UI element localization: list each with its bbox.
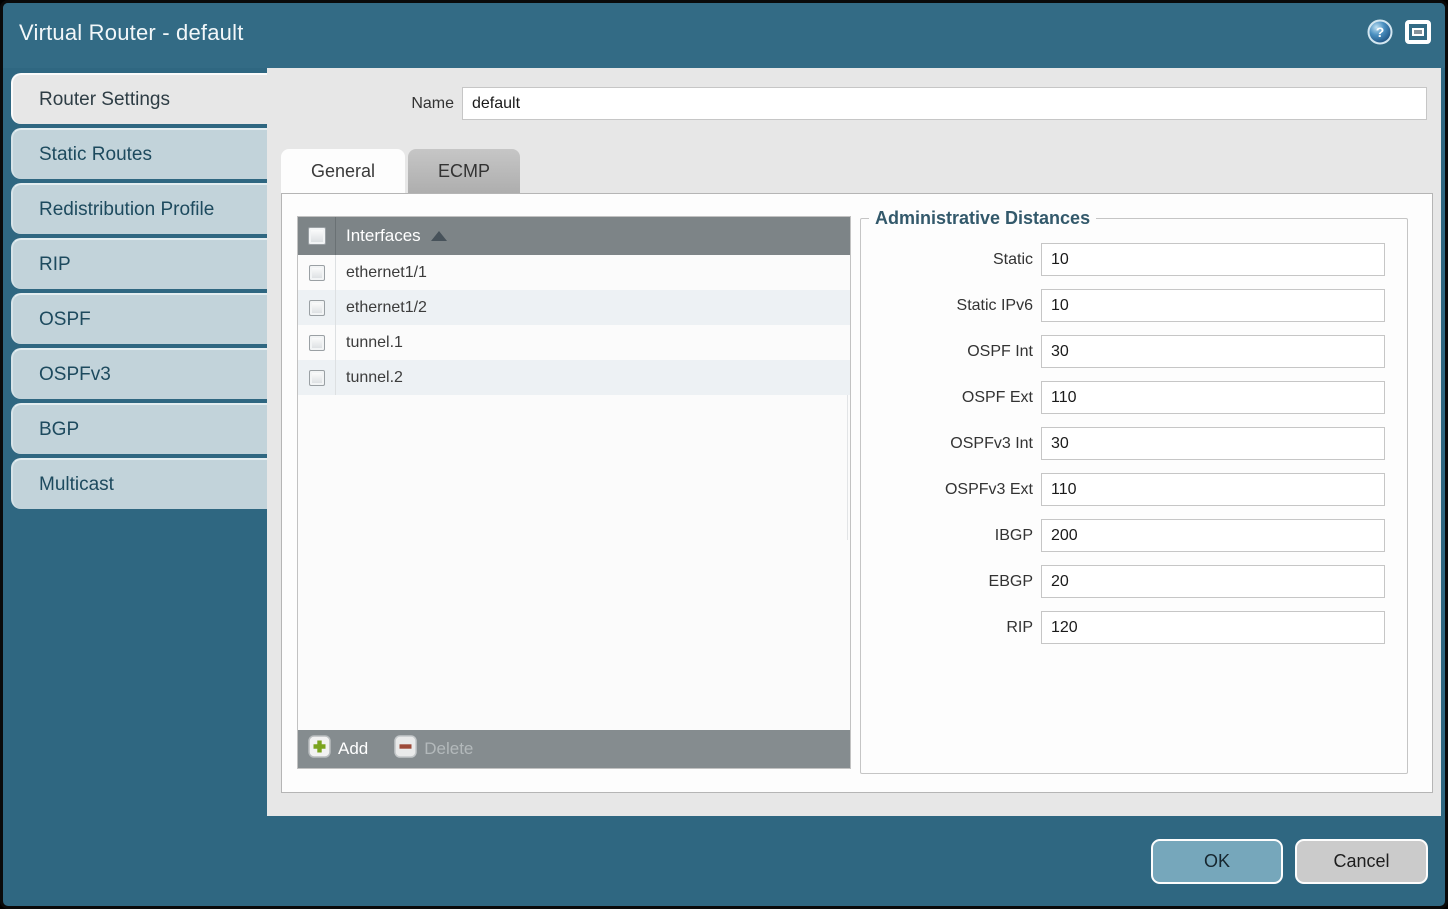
virtual-router-dialog: Virtual Router - default ? [0,0,1448,909]
row-checkbox-cell [298,255,336,290]
sidebar-item-label: BGP [39,419,79,441]
ospfv3-int-input[interactable] [1041,427,1385,460]
add-button[interactable]: Add [308,735,368,763]
row-checkbox[interactable] [309,265,325,281]
sidebar-nav: Router Settings Static Routes Redistribu… [11,73,267,513]
sort-ascending-icon [431,231,447,241]
interfaces-table-footer: Add Delete [298,730,850,768]
select-all-checkbox[interactable] [308,227,326,245]
tab-label: General [311,161,375,182]
interface-name: tunnel.1 [336,334,403,352]
sidebar-item-router-settings[interactable]: Router Settings [11,73,267,124]
sidebar-item-ospf[interactable]: OSPF [11,293,267,344]
ospf-ext-label: OSPF Ext [861,389,1041,407]
delete-button[interactable]: Delete [394,735,473,763]
sidebar-item-label: OSPF [39,309,91,331]
sidebar-item-label: Multicast [39,474,114,496]
sidebar-item-ospfv3[interactable]: OSPFv3 [11,348,267,399]
row-checkbox[interactable] [309,335,325,351]
cancel-button-label: Cancel [1333,851,1389,872]
restore-window-icon[interactable] [1405,19,1431,45]
interfaces-table-header: Interfaces [298,217,850,255]
static-input[interactable] [1041,243,1385,276]
general-tab-panel: Interfaces ethernet1/1 ethernet1/2 tunne… [281,193,1433,793]
row-checkbox-cell [298,360,336,395]
cancel-button[interactable]: Cancel [1295,839,1428,884]
table-row[interactable]: ethernet1/2 [298,290,850,325]
sidebar-item-label: Static Routes [39,144,152,166]
delete-button-label: Delete [424,739,473,759]
ospfv3-int-label: OSPFv3 Int [861,435,1041,453]
ok-button[interactable]: OK [1151,839,1283,884]
ospf-ext-input[interactable] [1041,381,1385,414]
sidebar-item-multicast[interactable]: Multicast [11,458,267,509]
field-row: Static IPv6 [861,289,1397,322]
sidebar-item-label: Redistribution Profile [39,199,214,221]
svg-text:?: ? [1376,24,1385,40]
rip-input[interactable] [1041,611,1385,644]
ebgp-label: EBGP [861,573,1041,591]
ok-button-label: OK [1204,851,1230,872]
sidebar-item-label: OSPFv3 [39,364,111,386]
ibgp-input[interactable] [1041,519,1385,552]
ospfv3-ext-label: OSPFv3 Ext [861,481,1041,499]
sidebar-item-bgp[interactable]: BGP [11,403,267,454]
select-all-cell [298,217,336,255]
dialog-title: Virtual Router - default [19,20,244,46]
table-row[interactable]: tunnel.2 [298,360,850,395]
tab-strip: General ECMP [281,149,520,193]
dialog-title-bar: Virtual Router - default ? [3,3,1445,68]
add-button-label: Add [338,739,368,759]
field-row: Static [861,243,1397,276]
delete-minus-icon [394,735,417,763]
field-row: RIP [861,611,1397,644]
scrollbar-track[interactable] [847,395,848,540]
name-row: Name [267,87,1427,120]
field-row: IBGP [861,519,1397,552]
name-input[interactable] [462,87,1427,120]
name-label: Name [267,95,462,113]
titlebar-icons: ? [1367,19,1431,45]
add-plus-icon [308,735,331,763]
static-label: Static [861,251,1041,269]
row-checkbox[interactable] [309,370,325,386]
field-row: OSPF Ext [861,381,1397,414]
ebgp-input[interactable] [1041,565,1385,598]
field-row: OSPF Int [861,335,1397,368]
sidebar-item-rip[interactable]: RIP [11,238,267,289]
field-row: OSPFv3 Ext [861,473,1397,506]
ospfv3-ext-input[interactable] [1041,473,1385,506]
row-checkbox-cell [298,290,336,325]
static-ipv6-label: Static IPv6 [861,297,1041,315]
administrative-distances-group: Administrative Distances Static Static I… [860,208,1408,774]
sidebar-item-label: RIP [39,254,71,276]
interface-name: ethernet1/2 [336,299,427,317]
ospf-int-label: OSPF Int [861,343,1041,361]
interface-name: tunnel.2 [336,369,403,387]
table-row[interactable]: tunnel.1 [298,325,850,360]
tab-label: ECMP [438,161,490,182]
interface-name: ethernet1/1 [336,264,427,282]
sidebar-item-label: Router Settings [39,89,170,111]
help-question-icon[interactable]: ? [1367,19,1393,45]
rip-label: RIP [861,619,1041,637]
table-row[interactable]: ethernet1/1 [298,255,850,290]
interfaces-table: Interfaces ethernet1/1 ethernet1/2 tunne… [297,216,851,769]
administrative-distances-legend: Administrative Distances [869,208,1096,229]
tab-ecmp[interactable]: ECMP [408,149,520,193]
sidebar-item-static-routes[interactable]: Static Routes [11,128,267,179]
row-checkbox[interactable] [309,300,325,316]
table-empty-area [298,395,850,730]
interfaces-column-header[interactable]: Interfaces [336,226,447,246]
field-row: OSPFv3 Int [861,427,1397,460]
row-checkbox-cell [298,325,336,360]
ospf-int-input[interactable] [1041,335,1385,368]
ibgp-label: IBGP [861,527,1041,545]
static-ipv6-input[interactable] [1041,289,1385,322]
interfaces-column-label: Interfaces [346,226,421,246]
field-row: EBGP [861,565,1397,598]
dialog-content: Name General ECMP Interfaces [267,68,1441,816]
sidebar-item-redistribution-profile[interactable]: Redistribution Profile [11,183,267,234]
tab-general[interactable]: General [281,149,405,193]
